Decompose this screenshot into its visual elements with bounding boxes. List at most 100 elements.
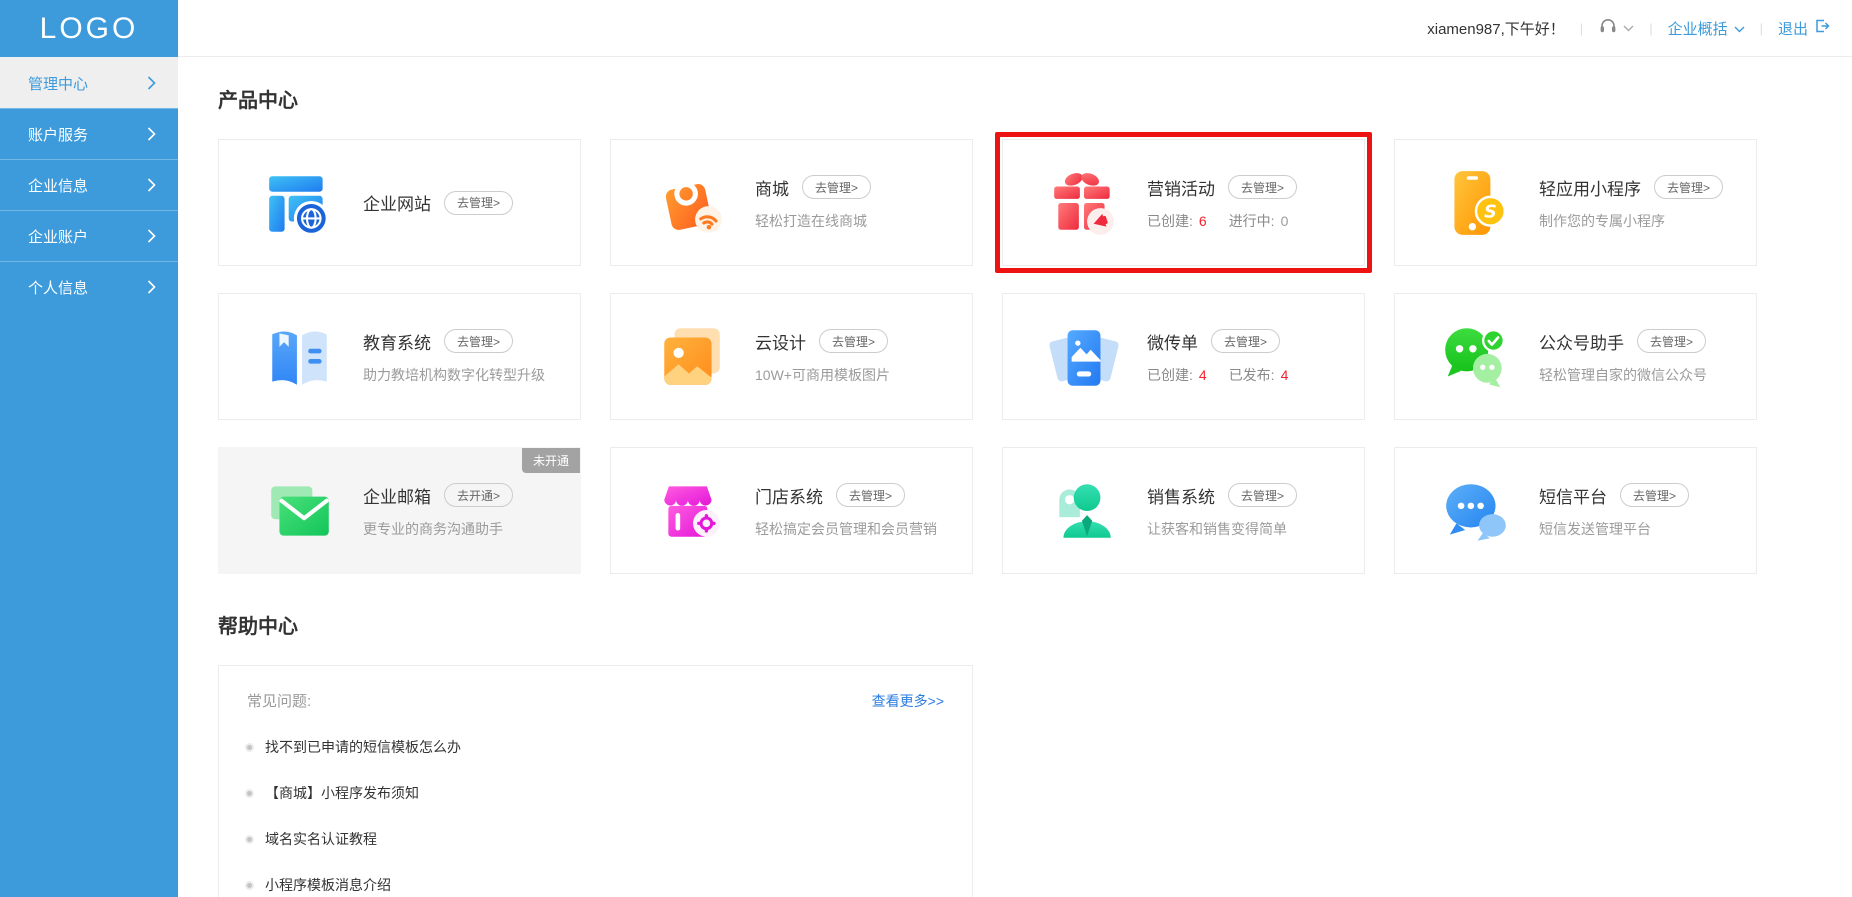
faq-item-text: 找不到已申请的短信模板怎么办 [265, 737, 461, 757]
product-desc: 轻松打造在线商城 [755, 211, 871, 231]
product-name: 营销活动 [1147, 175, 1215, 200]
faq-item-text: 【商城】小程序发布须知 [265, 783, 419, 803]
sidebar-item-label: 账户服务 [28, 124, 88, 145]
product-desc: 轻松管理自家的微信公众号 [1539, 365, 1707, 385]
bullet-dot [247, 837, 252, 842]
product-desc: 10W+可商用模板图片 [755, 365, 890, 385]
chevron-right-icon [147, 127, 156, 141]
products-section-title: 产品中心 [218, 84, 1852, 113]
support-menu[interactable] [1598, 17, 1634, 39]
divider: | [1580, 21, 1583, 36]
open-button[interactable]: 去开通> [444, 483, 513, 507]
product-name: 微传单 [1147, 329, 1198, 354]
help-section-title: 帮助中心 [218, 610, 1852, 639]
product-card-education[interactable]: 教育系统去管理>助力教培机构数字化转型升级 [218, 293, 581, 420]
manage-button[interactable]: 去管理> [444, 191, 513, 215]
product-card-sales-system[interactable]: 销售系统去管理> 让获客和销售变得简单 [1002, 447, 1365, 574]
faq-item[interactable]: 找不到已申请的短信模板怎么办 [247, 737, 944, 757]
product-card-enterprise-mail[interactable]: 企业邮箱去开通> 更专业的商务沟通助手 未开通 [218, 447, 581, 574]
sidebar: LOGO 管理中心账户服务企业信息企业账户个人信息 [0, 0, 178, 897]
manage-button[interactable]: 去管理> [802, 175, 871, 199]
chevron-right-icon [147, 76, 156, 90]
faq-item-text: 小程序模板消息介绍 [265, 875, 391, 895]
product-card-marketing[interactable]: 营销活动去管理>已创建:6进行中:0 [1002, 139, 1365, 266]
app-logo: LOGO [0, 0, 178, 57]
sidebar-item-label: 个人信息 [28, 277, 88, 298]
svg-text:S: S [1484, 202, 1497, 222]
product-name: 短信平台 [1539, 483, 1607, 508]
chevron-down-icon [1734, 20, 1745, 37]
enterprise-overview-link[interactable]: 企业概括 [1668, 18, 1745, 39]
product-name: 企业邮箱 [363, 483, 431, 508]
manage-button[interactable]: 去管理> [1228, 483, 1297, 507]
manage-button[interactable]: 去管理> [836, 483, 905, 507]
sidebar-item-label: 企业信息 [28, 175, 88, 196]
view-more-link[interactable]: 查看更多>> [872, 691, 944, 711]
sidebar-item-personal-info[interactable]: 个人信息 [0, 261, 178, 312]
faq-label: 常见问题: [247, 690, 311, 711]
product-name: 公众号助手 [1539, 329, 1624, 354]
sidebar-item-label: 企业账户 [28, 226, 88, 247]
manage-button[interactable]: 去管理> [819, 329, 888, 353]
manage-button[interactable]: 去管理> [1620, 483, 1689, 507]
sidebar-item-enterprise-account[interactable]: 企业账户 [0, 210, 178, 261]
product-card-store-system[interactable]: 门店系统去管理>轻松搞定会员管理和会员营销 [610, 447, 973, 574]
stat-label: 已创建: [1147, 213, 1193, 229]
product-name: 教育系统 [363, 329, 431, 354]
chevron-down-icon [1623, 19, 1634, 37]
logout-link[interactable]: 退出 [1778, 18, 1830, 39]
faq-list: 找不到已申请的短信模板怎么办【商城】小程序发布须知域名实名认证教程小程序模板消息… [247, 737, 944, 897]
not-activated-badge: 未开通 [522, 448, 580, 473]
stat-value: 4 [1199, 367, 1207, 383]
product-name: 门店系统 [755, 483, 823, 508]
product-card-mall[interactable]: 商城去管理>轻松打造在线商城 [610, 139, 973, 266]
website-icon [263, 166, 337, 240]
product-desc: 短信发送管理平台 [1539, 519, 1689, 539]
chevron-right-icon [147, 229, 156, 243]
manage-button[interactable]: 去管理> [1228, 175, 1297, 199]
divider: | [1649, 21, 1652, 36]
product-desc: 让获客和销售变得简单 [1147, 519, 1297, 539]
manage-button[interactable]: 去管理> [444, 329, 513, 353]
product-card-cloud-design[interactable]: 云设计去管理> 10W+可商用模板图片 [610, 293, 973, 420]
product-card-flyer[interactable]: 微传单去管理>已创建:4已发布:4 [1002, 293, 1365, 420]
sms-icon [1439, 474, 1513, 548]
manage-button[interactable]: 去管理> [1637, 329, 1706, 353]
mail-icon [263, 474, 337, 548]
product-name: 销售系统 [1147, 483, 1215, 508]
product-desc: 更专业的商务沟通助手 [363, 519, 513, 539]
divider: | [1760, 21, 1763, 36]
marketing-icon [1047, 166, 1121, 240]
miniapp-icon: S [1439, 166, 1513, 240]
stat-label: 已创建: [1147, 367, 1193, 383]
logout-label: 退出 [1778, 18, 1808, 39]
product-grid: 企业网站去管理>商城去管理>轻松打造在线商城营销活动去管理>已创建:6进行中:0… [218, 139, 1852, 574]
product-card-sms-platform[interactable]: 短信平台去管理> 短信发送管理平台 [1394, 447, 1757, 574]
manage-button[interactable]: 去管理> [1654, 175, 1723, 199]
product-card-miniapp[interactable]: S轻应用小程序去管理>制作您的专属小程序 [1394, 139, 1757, 266]
product-stats: 已创建:4已发布:4 [1147, 365, 1288, 385]
stat-value: 4 [1281, 367, 1289, 383]
wechat-icon [1439, 320, 1513, 394]
manage-button[interactable]: 去管理> [1211, 329, 1280, 353]
faq-item[interactable]: 【商城】小程序发布须知 [247, 783, 944, 803]
help-box: 常见问题: 查看更多>> 找不到已申请的短信模板怎么办【商城】小程序发布须知域名… [218, 665, 973, 897]
bullet-dot [247, 791, 252, 796]
sidebar-item-account-service[interactable]: 账户服务 [0, 108, 178, 159]
education-icon [263, 320, 337, 394]
faq-item[interactable]: 小程序模板消息介绍 [247, 875, 944, 895]
sidebar-item-enterprise-info[interactable]: 企业信息 [0, 159, 178, 210]
sidebar-item-management-center[interactable]: 管理中心 [0, 57, 178, 108]
product-name: 企业网站 [363, 190, 431, 215]
faq-item-text: 域名实名认证教程 [265, 829, 377, 849]
sales-icon [1047, 474, 1121, 548]
top-bar: xiamen987,下午好！ | | 企业概括 | 退出 [178, 0, 1852, 57]
enterprise-overview-label: 企业概括 [1668, 18, 1728, 39]
product-card-wechat-assistant[interactable]: 公众号助手去管理> 轻松管理自家的微信公众号 [1394, 293, 1757, 420]
flyer-icon [1047, 320, 1121, 394]
faq-item[interactable]: 域名实名认证教程 [247, 829, 944, 849]
product-name: 云设计 [755, 329, 806, 354]
product-card-website[interactable]: 企业网站去管理> [218, 139, 581, 266]
cloud-design-icon [655, 320, 729, 394]
headset-icon [1598, 17, 1618, 39]
